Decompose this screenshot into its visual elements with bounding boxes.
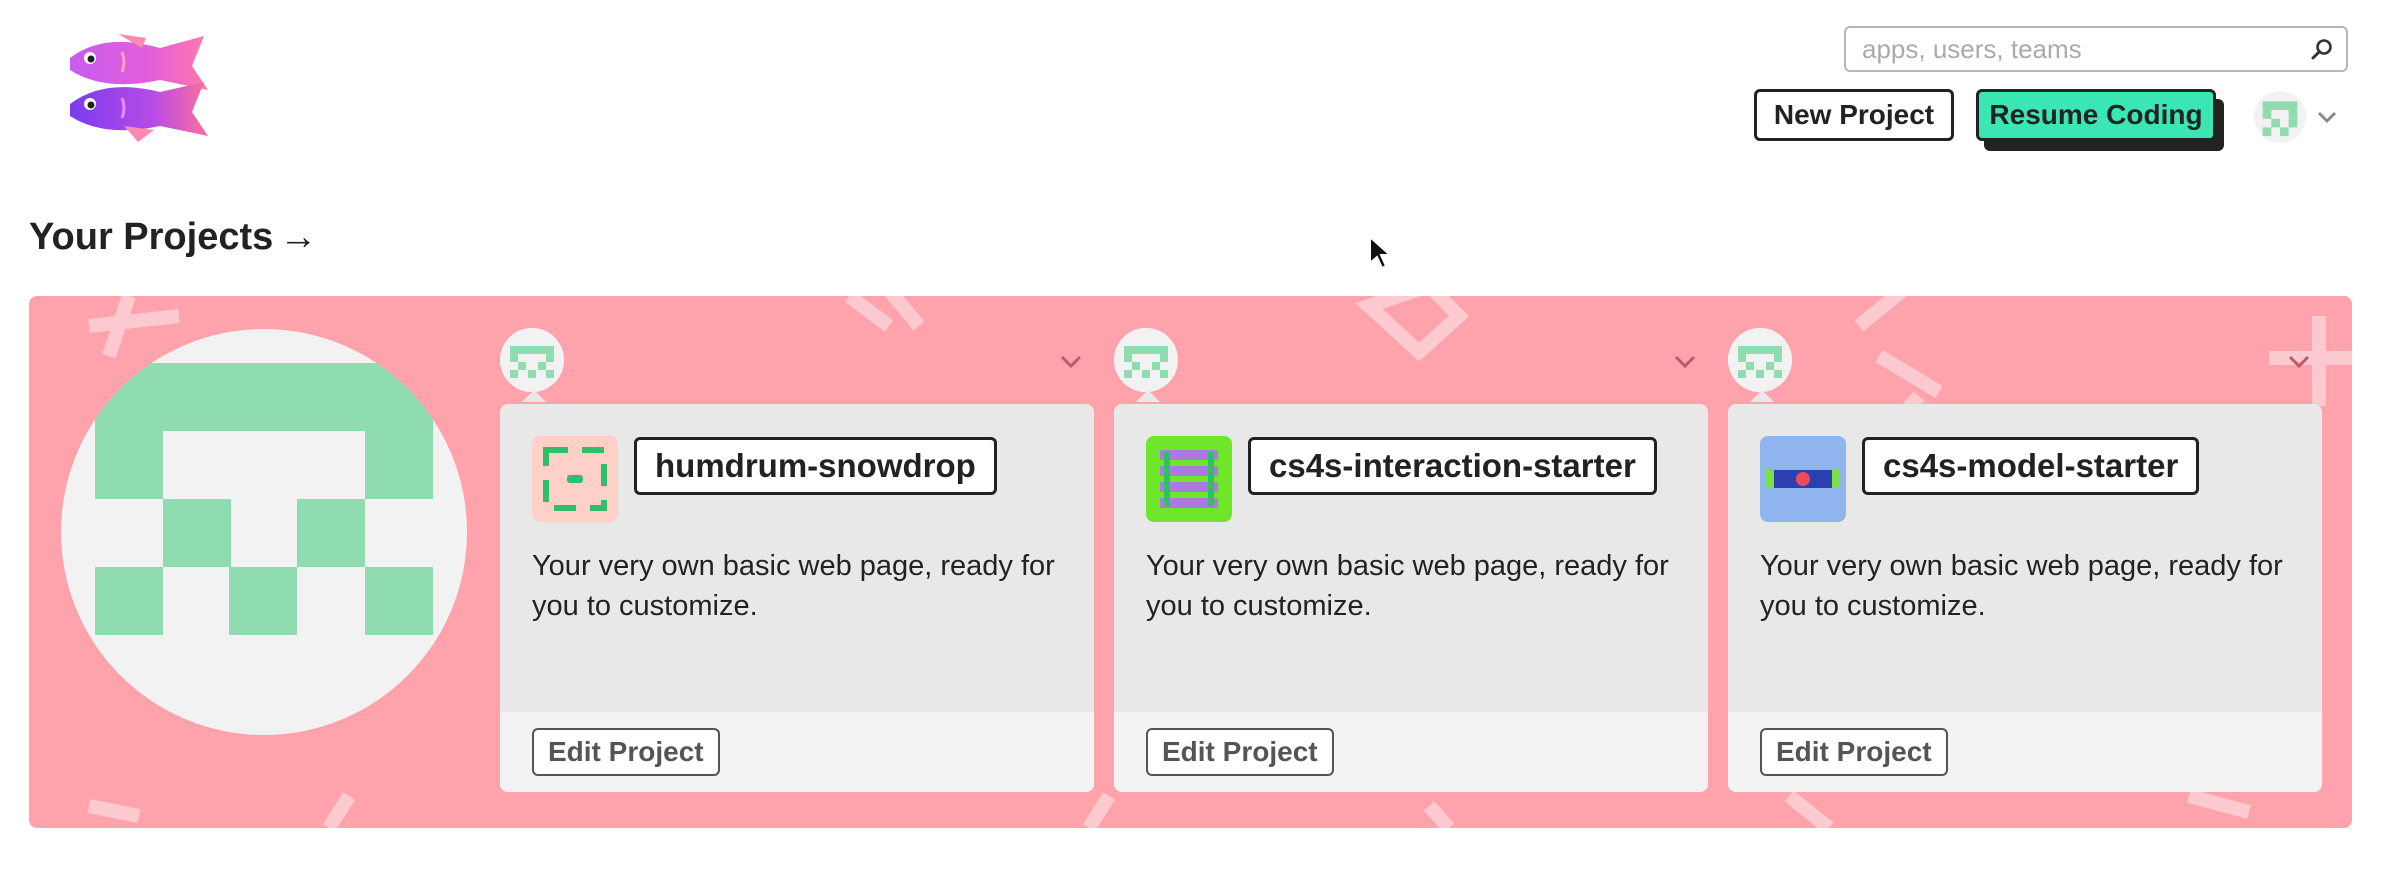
edit-project-button[interactable]: Edit Project (532, 728, 720, 776)
chevron-down-icon[interactable] (2316, 106, 2338, 128)
project-card[interactable]: humdrum-snowdrop Your very own basic web… (500, 404, 1094, 792)
project-description: Your very own basic web page, ready for … (1146, 550, 1669, 622)
arrow-right-icon: → (279, 216, 318, 258)
project-name-button[interactable]: humdrum-snowdrop (634, 437, 997, 495)
chevron-down-icon[interactable] (2286, 348, 2312, 374)
projects-band: humdrum-snowdrop Your very own basic web… (29, 296, 2352, 828)
card-pointer (1750, 390, 1774, 402)
section-title-text: Your Projects (29, 216, 274, 258)
project-icon-blue-bar (1760, 436, 1846, 522)
card-footer: Edit Project (500, 712, 1094, 792)
card-footer: Edit Project (1728, 712, 2322, 792)
chevron-down-icon[interactable] (1672, 348, 1698, 374)
project-icon-pink-square (532, 436, 618, 522)
edit-project-button[interactable]: Edit Project (1146, 728, 1334, 776)
card-pointer (522, 390, 546, 402)
edit-project-button[interactable]: Edit Project (1760, 728, 1948, 776)
project-card[interactable]: cs4s-model-starter Your very own basic w… (1728, 404, 2322, 792)
team-avatar-large[interactable] (61, 329, 467, 735)
project-icon-green-striped (1146, 436, 1232, 522)
resume-coding-button-wrap: Resume Coding (1976, 89, 2226, 151)
owner-avatar[interactable] (1114, 328, 1178, 392)
project-card-column: cs4s-model-starter Your very own basic w… (1728, 326, 2322, 826)
project-description: Your very own basic web page, ready for … (532, 550, 1055, 622)
your-projects-heading[interactable]: Your Projects → (29, 216, 317, 259)
search-icon[interactable] (2310, 37, 2334, 61)
card-header (500, 326, 1094, 406)
card-header (1728, 326, 2322, 406)
card-header (1114, 326, 1708, 406)
owner-avatar[interactable] (500, 328, 564, 392)
chevron-down-icon[interactable] (1058, 348, 1084, 374)
user-avatar[interactable] (2254, 91, 2306, 143)
project-description: Your very own basic web page, ready for … (1760, 550, 2283, 622)
owner-avatar[interactable] (1728, 328, 1792, 392)
resume-coding-button[interactable]: Resume Coding (1976, 89, 2216, 141)
project-card-column: humdrum-snowdrop Your very own basic web… (500, 326, 1094, 826)
user-menu[interactable] (2254, 90, 2344, 144)
project-name-button[interactable]: cs4s-model-starter (1862, 437, 2200, 495)
search-box[interactable] (1844, 26, 2348, 72)
card-footer: Edit Project (1114, 712, 1708, 792)
project-name-button[interactable]: cs4s-interaction-starter (1248, 437, 1657, 495)
card-pointer (1136, 390, 1160, 402)
project-card[interactable]: cs4s-interaction-starter Your very own b… (1114, 404, 1708, 792)
mouse-cursor-icon (1369, 235, 1392, 270)
project-card-column: cs4s-interaction-starter Your very own b… (1114, 326, 1708, 826)
glitch-logo-icon[interactable] (64, 26, 214, 144)
search-input[interactable] (1846, 28, 2286, 70)
new-project-button[interactable]: New Project (1754, 89, 1954, 141)
